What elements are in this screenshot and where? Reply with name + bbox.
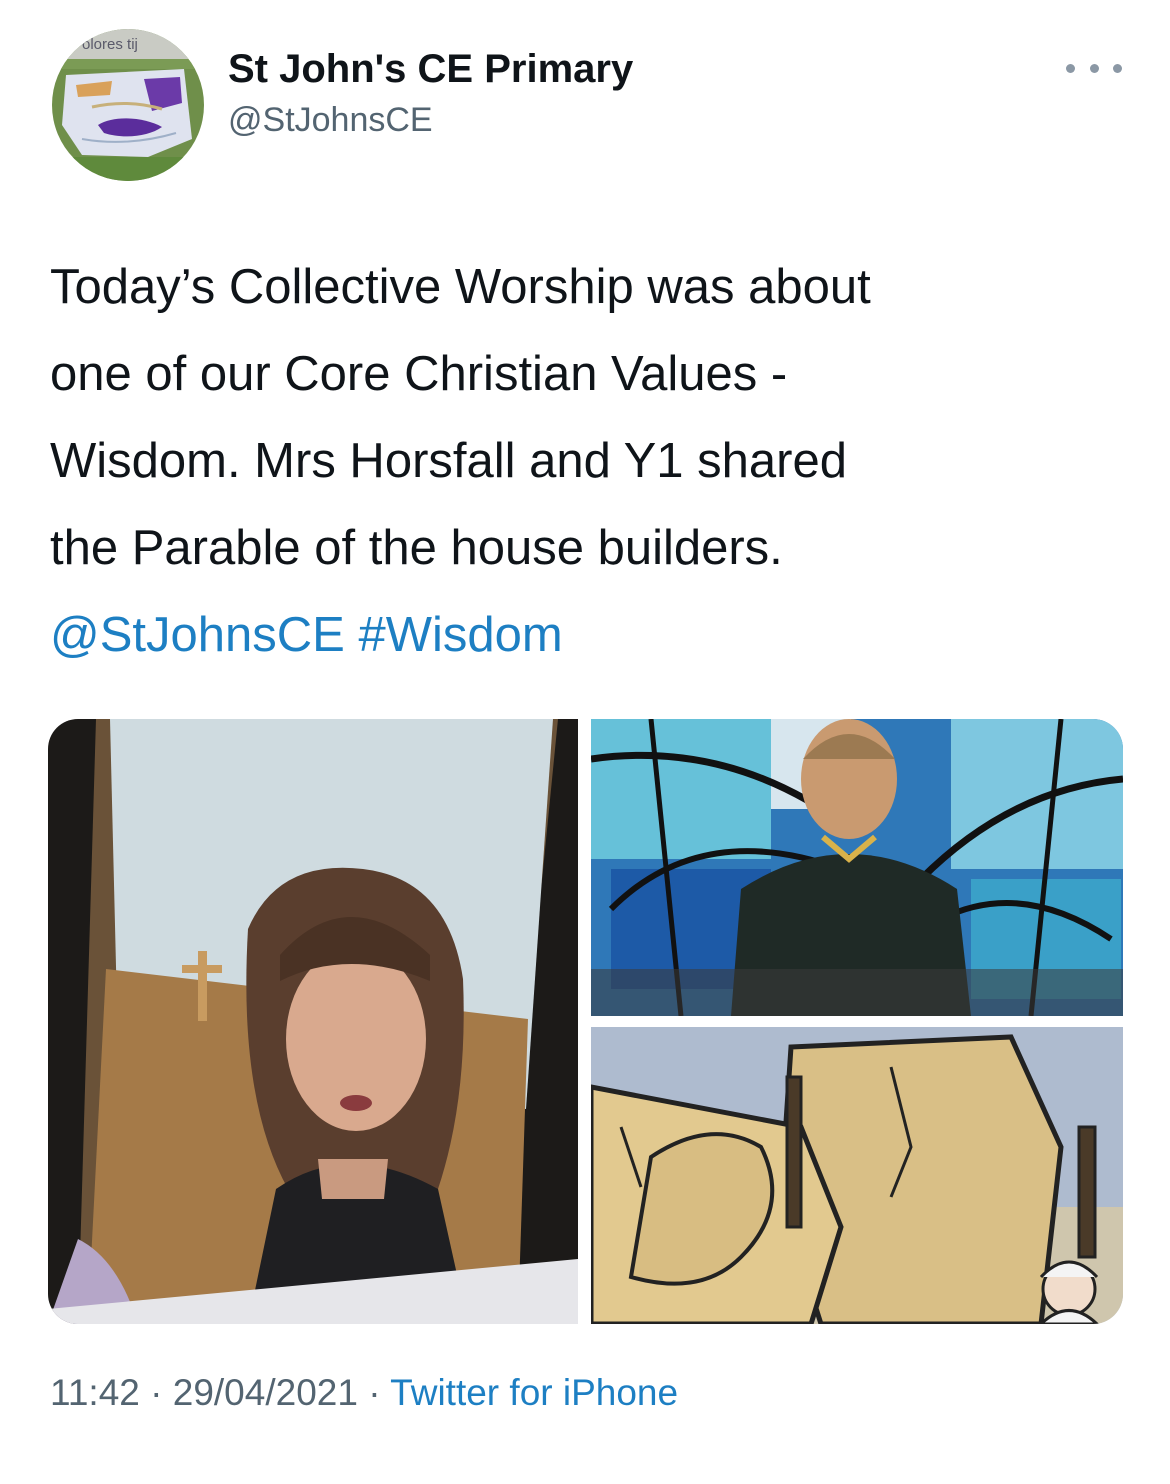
author-name[interactable]: St John's CE Primary [228, 46, 633, 92]
tweet-date[interactable]: 29/04/2021 [173, 1372, 358, 1413]
meta-separator: · [368, 1372, 381, 1413]
tweet-time[interactable]: 11:42 [50, 1372, 140, 1413]
tweet-text: Today’s Collective Worship was about one… [50, 244, 1130, 679]
more-dot [1113, 63, 1122, 73]
cartoon-photo-image [591, 1027, 1123, 1324]
teacher-photo-image [48, 719, 578, 1324]
tweet-source-link[interactable]: Twitter for iPhone [390, 1372, 678, 1413]
photo-teacher[interactable] [48, 719, 578, 1324]
tweet-media-grid [48, 719, 1123, 1324]
author-handle[interactable]: @StJohnsCE [228, 98, 633, 142]
more-dot [1089, 63, 1099, 73]
tweet-text-line: Today’s Collective Worship was about [50, 260, 871, 314]
child-photo-image [591, 719, 1123, 1016]
hashtag-link[interactable]: #Wisdom [359, 608, 563, 662]
more-dot [1066, 63, 1075, 73]
more-options-icon[interactable] [1066, 56, 1122, 80]
tweet-text-line: one of our Core Christian Values - [50, 347, 788, 401]
tweet-text-line: the Parable of the house builders. [50, 521, 783, 575]
svg-text:olores tij: olores tij [82, 36, 138, 53]
tweet-metadata: 11:42 · 29/04/2021 · Twitter for iPhone [50, 1372, 678, 1414]
avatar-image: olores tij [52, 29, 204, 181]
mention-link[interactable]: @StJohnsCE [50, 608, 345, 662]
meta-separator: · [150, 1372, 163, 1413]
photo-cartoon[interactable] [591, 1027, 1123, 1324]
tweet-tags-line: @StJohnsCE #Wisdom [50, 592, 1130, 679]
photo-child[interactable] [591, 719, 1123, 1016]
profile-avatar[interactable]: olores tij [52, 29, 204, 181]
tweet-text-line: Wisdom. Mrs Horsfall and Y1 shared [50, 434, 847, 488]
tweet-author[interactable]: St John's CE Primary @StJohnsCE [228, 46, 633, 142]
